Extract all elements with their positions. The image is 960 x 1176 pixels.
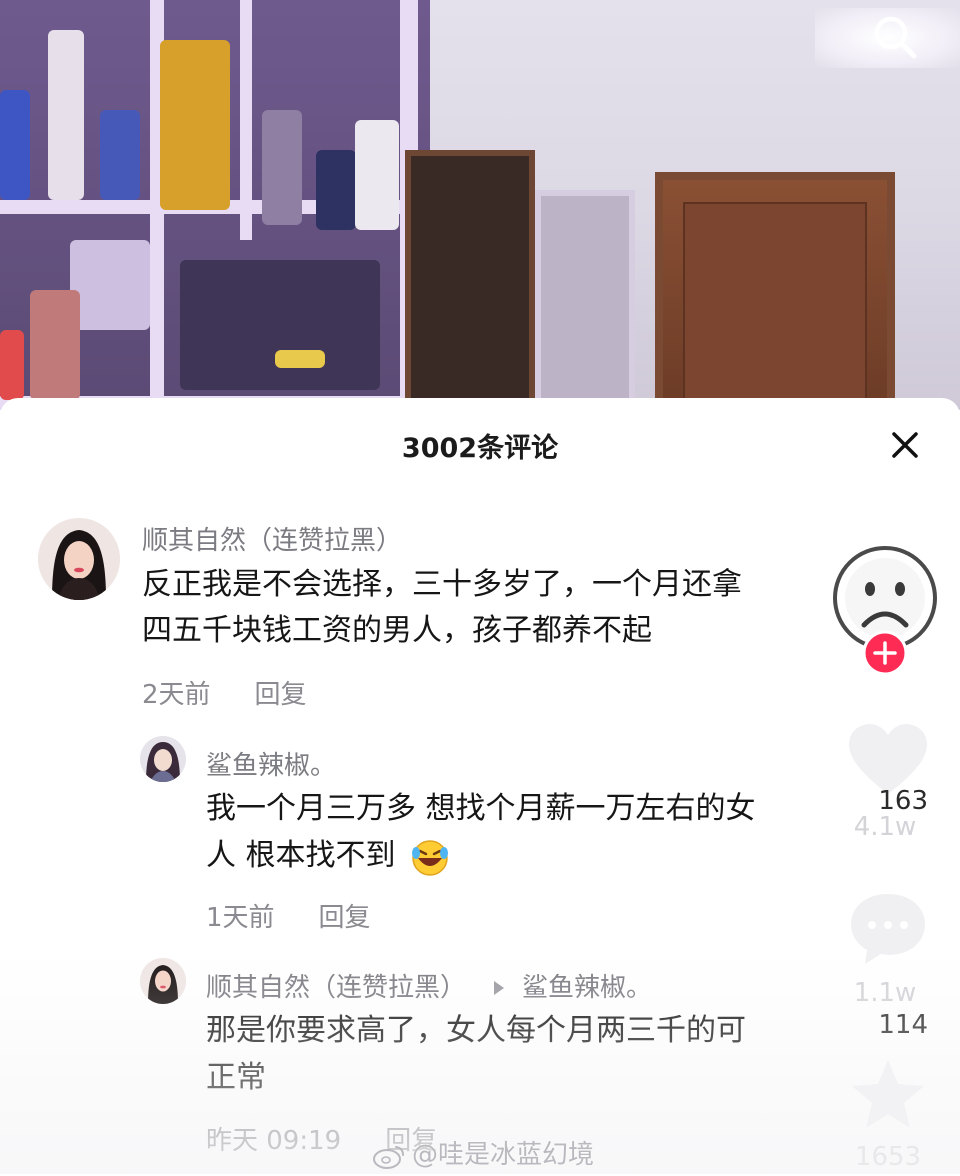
reply-to-username[interactable]: 鲨鱼辣椒。: [522, 973, 652, 1003]
comment-time: 昨天 09:19: [206, 1126, 342, 1156]
doorway: [535, 190, 635, 410]
comment-time: 1天前: [206, 903, 275, 933]
reply-button[interactable]: 回复: [319, 903, 371, 933]
comment-like-count[interactable]: 114: [858, 1010, 928, 1040]
shelf-unit: [0, 0, 430, 410]
shelf-item: [355, 120, 399, 230]
comment-text-line: 那是你要求高了，女人每个月两三千的可: [206, 1013, 746, 1048]
comment-total: 1.1w: [853, 978, 917, 1008]
watermark: @哇是冰蓝幻境: [372, 1134, 594, 1171]
shelf-item: [275, 350, 325, 368]
like-total: 4.1w: [853, 812, 917, 842]
shelf-item: [70, 240, 150, 330]
shelf-item: [180, 260, 380, 390]
shelf-item: [100, 110, 140, 200]
search-icon[interactable]: [870, 12, 920, 62]
shelf-item: [30, 290, 80, 400]
shelf-item: [0, 330, 24, 400]
shelf-item: [262, 110, 302, 225]
comment-text-line-with-emoji: 人 根本找不到: [206, 832, 451, 880]
reply-username-line: 顺其自然（连赞拉黑） 鲨鱼辣椒。: [206, 967, 652, 1004]
video-background[interactable]: [0, 0, 960, 410]
reply-button[interactable]: 回复: [255, 680, 307, 710]
reply-to-arrow-icon: [494, 980, 505, 995]
shelf-item: [316, 150, 356, 230]
follow-plus-icon[interactable]: [862, 630, 908, 676]
doorway: [405, 150, 535, 410]
comment-like-count[interactable]: 163: [858, 786, 928, 816]
comment-meta: 1天前 回复: [206, 897, 415, 934]
comment-text-line: 正常: [206, 1060, 266, 1095]
comment-count-title: 3002条评论: [401, 433, 559, 464]
favorite-total: 1653: [854, 1142, 922, 1172]
comment-text: 人 根本找不到: [206, 838, 396, 873]
reply-username[interactable]: 鲨鱼辣椒。: [206, 745, 336, 782]
comment-time: 2天前: [142, 680, 211, 710]
laughing-emoji-icon: [409, 836, 451, 878]
watermark-text: @哇是冰蓝幻境: [412, 1140, 595, 1170]
shelf-item: [0, 90, 30, 200]
shelf-item: [160, 40, 230, 210]
close-icon[interactable]: [888, 428, 922, 462]
comment-text-line: 四五千块钱工资的男人，孩子都养不起: [142, 613, 652, 648]
comment-meta: 2天前 回复: [142, 674, 351, 711]
star-icon[interactable]: [848, 1056, 928, 1136]
shelf-item: [48, 30, 84, 200]
comment-username[interactable]: 顺其自然（连赞拉黑）: [142, 520, 402, 557]
wooden-door: [655, 172, 895, 410]
comment-text-line: 我一个月三万多 想找个月薪一万左右的女: [206, 791, 756, 826]
comment-bubble-icon[interactable]: [845, 888, 931, 972]
avatar[interactable]: [140, 958, 186, 1004]
reply-username[interactable]: 顺其自然（连赞拉黑）: [206, 973, 466, 1003]
shelf-board: [240, 0, 252, 240]
avatar[interactable]: [140, 736, 186, 782]
avatar[interactable]: [38, 518, 120, 600]
comment-text-line: 反正我是不会选择，三十多岁了，一个月还拿: [142, 567, 742, 602]
weibo-logo-icon: [372, 1143, 406, 1169]
